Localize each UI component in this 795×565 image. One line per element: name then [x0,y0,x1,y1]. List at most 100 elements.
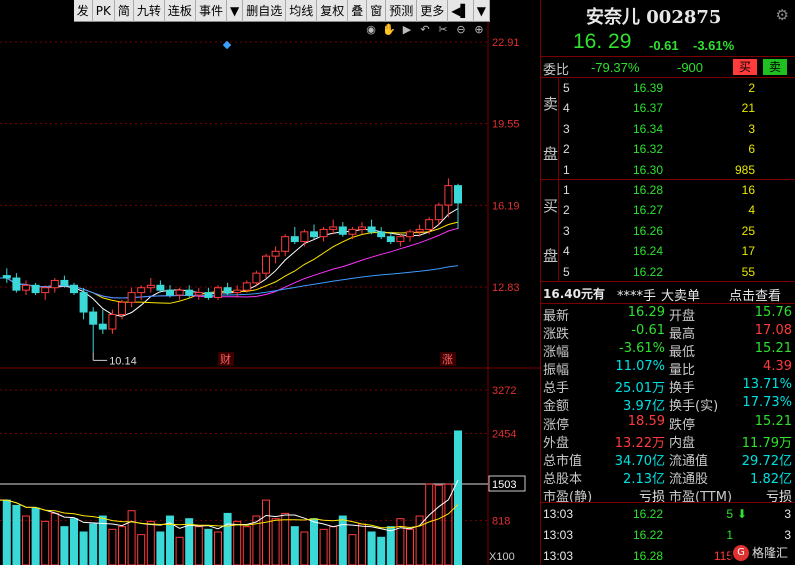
volume-bar [89,523,98,565]
stats-row: 总股本 2.13亿 流通股 1.82亿 [541,467,795,487]
ask-row[interactable]: 2 16.32 6 [561,139,795,159]
tick-row: 13:03 16.22 5 ⬇ 3 [541,503,795,524]
toolbar-item[interactable]: 简 [115,0,134,22]
ma5-line [0,208,459,317]
tick-count: 3 [784,528,791,542]
candle-body [118,301,126,315]
candle-body [60,279,69,286]
level-price: 16.26 [633,223,664,238]
volume-bar [271,518,280,565]
toolbar-item[interactable]: 九转 [134,0,165,22]
level-price: 16.34 [633,121,664,136]
bid-row[interactable]: 2 16.27 4 [561,200,795,220]
bid-row[interactable]: 3 16.26 25 [561,221,795,241]
volume-bar [79,531,88,565]
candle-body [204,292,213,298]
candle-body [89,311,98,325]
stat-value: -3.61% [619,341,665,357]
stat-value: 13.71% [742,377,792,393]
volume-bar [60,526,69,565]
volume-bar [214,531,222,565]
toolbar-item[interactable]: 叠 [348,0,368,22]
candle-body [166,289,174,296]
stat-value: 4.39 [763,359,792,375]
volume-bar [70,518,78,565]
candle-body [262,255,270,274]
bid-row[interactable]: 5 16.22 55 [561,262,795,282]
toolbar-item[interactable]: 事件 [196,0,227,22]
volume-unit-label: X100 [489,551,515,563]
toolbar-item[interactable]: 均线 [286,0,318,22]
volume-bar [406,528,414,565]
ask-row[interactable]: 3 16.34 3 [561,119,795,139]
level-number: 1 [563,183,570,197]
event-tag: 涨 [442,353,453,366]
bid-book: 买盘 1 16.28 16 2 16.27 4 3 16.26 25 4 16.24 17 5 16.22… [541,180,795,282]
candle-body [98,323,107,330]
stats-row: 金额 3.97亿 换手(实) 17.73% [541,394,795,414]
tick-row: 13:03 16.22 1 3 [541,524,795,545]
price-axis-label: 12.83 [492,282,520,294]
level-number: 4 [563,101,570,116]
buy-button[interactable]: 买 [733,59,757,75]
stats-row: 外盘 13.22万 内盘 11.79万 [541,431,795,451]
toolbar-item[interactable]: 连板 [165,0,196,22]
level-quantity: 4 [748,203,755,218]
stat-value: 15.21 [754,413,792,429]
volume-bar [454,430,462,565]
stats-row: 涨幅 -3.61% 最低 15.21 [541,340,795,360]
candle-body [406,231,414,238]
candle-body [281,236,290,252]
toolbar-item[interactable]: ◀▌ [448,0,474,22]
candle-body [175,289,184,296]
candle-body [41,287,50,294]
candle-body [358,226,366,230]
candle-body [252,272,261,284]
level-quantity: 25 [741,223,755,238]
gear-icon[interactable]: ⚙ [776,6,789,24]
candle-body [137,287,146,294]
volume-axis-label: 2454 [492,428,516,440]
ask-row[interactable]: 1 16.30 985 [561,160,795,180]
stats-row: 涨跌 -0.61 最高 17.08 [541,322,795,342]
volume-bar [425,483,434,565]
level-number: 4 [563,244,570,259]
low-marker-label: 10.14 [109,355,137,367]
toolbar-item[interactable]: 复权 [317,0,349,22]
candle-body [214,287,222,298]
toolbar-item[interactable]: 发 [74,0,93,22]
level-number: 5 [563,81,570,95]
level-price: 16.22 [633,264,664,279]
ask-row[interactable]: 4 16.37 21 [561,98,795,118]
toolbar-item[interactable]: 删自选 [243,0,287,22]
toolbar-item[interactable]: ▼ [227,0,244,22]
toolbar-item[interactable]: PK [93,0,115,22]
volume-bar [338,515,347,565]
volume-bar [223,512,232,565]
price-change: -0.61 [649,38,679,53]
candle-body [223,287,232,294]
candle-body [425,219,434,230]
kline-chart[interactable]: 22.91 19.55 16.19 12.83 3272 2454 1503 818 X100 1… [0,22,540,565]
ask-row[interactable]: 5 16.39 2 [561,78,795,98]
level-number: 3 [563,223,570,238]
candle-body [79,292,88,313]
toolbar-item[interactable]: 预测 [386,0,418,22]
candle-body [377,231,386,238]
bid-row[interactable]: 1 16.28 16 [561,180,795,200]
tick-volume: 1 [726,528,733,542]
sell-button[interactable]: 卖 [763,59,787,75]
candle-body [194,292,203,296]
view-link[interactable]: 点击查看 [729,285,781,304]
level-quantity: 3 [748,121,755,136]
toolbar-item[interactable]: 窗 [367,0,387,22]
candle-body [386,236,395,243]
bid-row[interactable]: 4 16.24 17 [561,241,795,261]
volume-bar [156,531,165,565]
toolbar-item[interactable]: ▼ [474,0,490,22]
big-order-hand: ****手 [617,289,657,304]
volume-bar [386,526,395,565]
toolbar-item[interactable]: 更多 [417,0,449,22]
level-number: 2 [563,203,570,218]
ask-book: 卖盘 5 16.39 2 4 16.37 21 3 16.34 3 2 16.32 6 1 16.30 98… [541,78,795,180]
